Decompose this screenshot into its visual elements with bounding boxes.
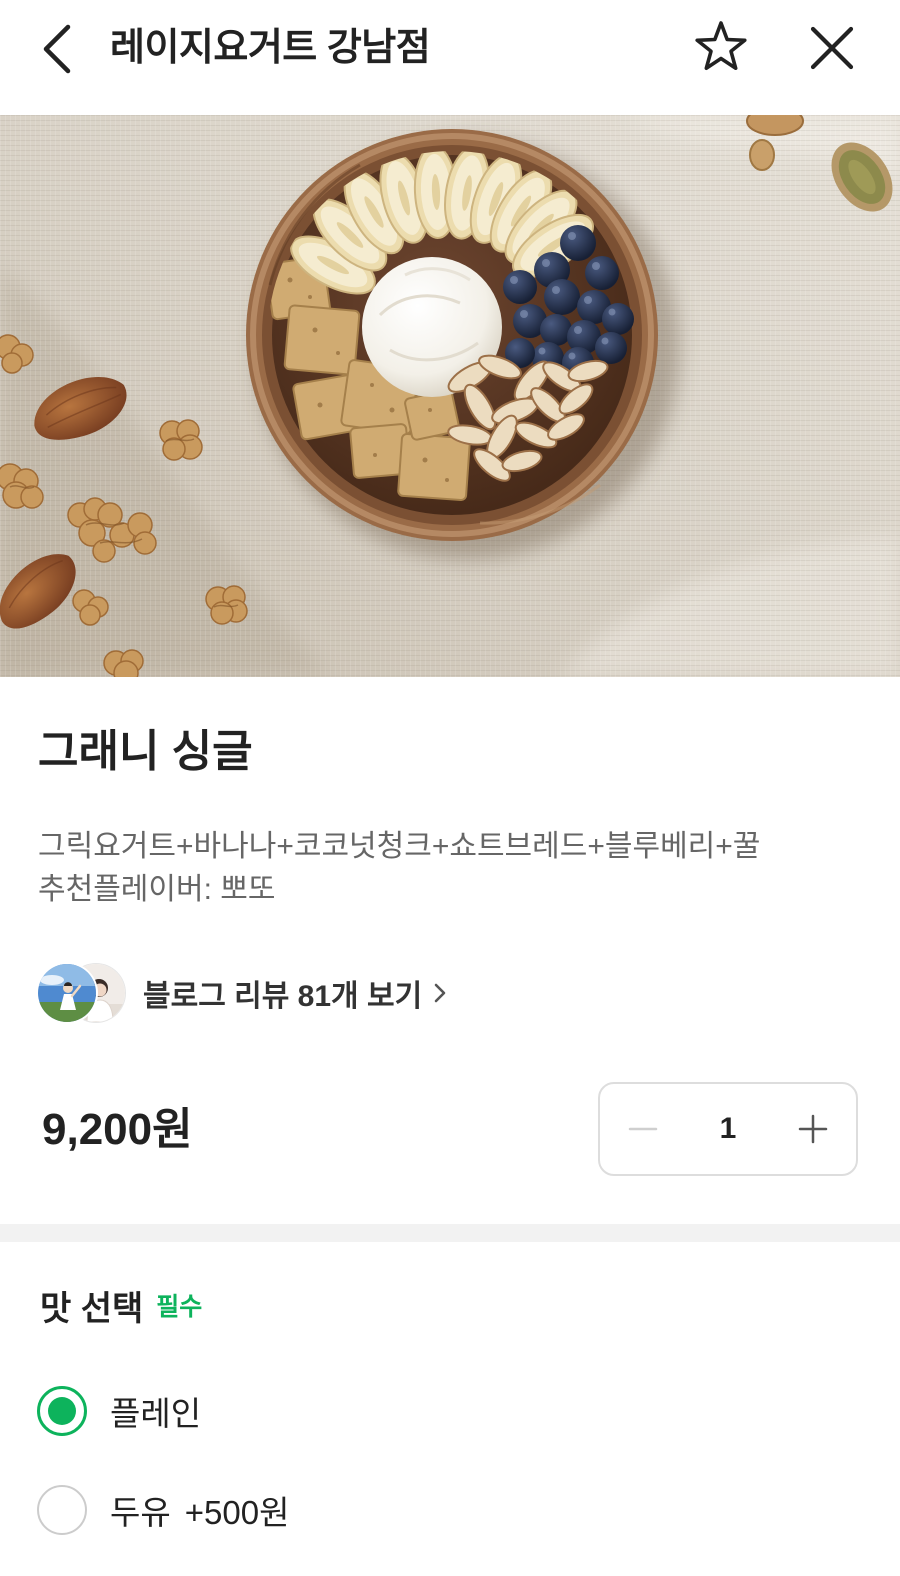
increment-button[interactable]: [771, 1084, 856, 1174]
required-badge: 필수: [156, 1293, 203, 1321]
quantity-stepper: 1: [598, 1082, 858, 1176]
store-title: 레이지요거트 강남점: [110, 27, 431, 69]
option-plain[interactable]: 플레인: [37, 1381, 857, 1441]
favorite-button[interactable]: [693, 20, 749, 76]
product-description: 그릭요거트+바나나+코코넛청크+쇼트브레드+블루베리+꿀 추천플레이버: 뽀또: [38, 825, 760, 911]
blog-review-label: 블로그 리뷰 81개 보기: [143, 980, 423, 1013]
radio-dot: [48, 1496, 76, 1524]
plus-icon: [799, 1114, 828, 1144]
product-name: 그래니 싱글: [38, 727, 253, 776]
reviewer-avatars: [38, 962, 128, 1024]
option-extra-price: +500원: [184, 1494, 290, 1531]
close-button[interactable]: [806, 22, 858, 74]
section-divider: [0, 1224, 900, 1242]
radio-button[interactable]: [37, 1386, 87, 1436]
option-label: 플레인: [110, 1395, 202, 1432]
close-icon: [810, 26, 854, 70]
avatar: [38, 964, 96, 1022]
chevron-right-icon: [434, 983, 446, 1003]
blog-review-link[interactable]: 블로그 리뷰 81개 보기: [38, 962, 478, 1024]
minus-icon: [628, 1127, 657, 1131]
radio-dot: [48, 1397, 76, 1425]
decrement-button[interactable]: [600, 1084, 685, 1174]
option-soy[interactable]: 두유 +500원: [37, 1480, 857, 1540]
header: 레이지요거트 강남점: [0, 0, 900, 115]
quantity-value: 1: [719, 1112, 737, 1145]
radio-button[interactable]: [37, 1485, 87, 1535]
option-group-header: 맛 선택 필수: [40, 1280, 202, 1330]
option-group-title: 맛 선택: [40, 1289, 144, 1328]
description-line: 추천플레이버: 뽀또: [38, 873, 276, 906]
chevron-left-icon: [43, 24, 71, 74]
product-price: 9,200원: [42, 1105, 193, 1154]
description-line: 그릭요거트+바나나+코코넛청크+쇼트브레드+블루베리+꿀: [38, 830, 761, 863]
star-icon: [695, 21, 747, 71]
product-photo: [0, 115, 900, 677]
back-button[interactable]: [36, 20, 80, 78]
option-label: 두유: [110, 1494, 171, 1531]
